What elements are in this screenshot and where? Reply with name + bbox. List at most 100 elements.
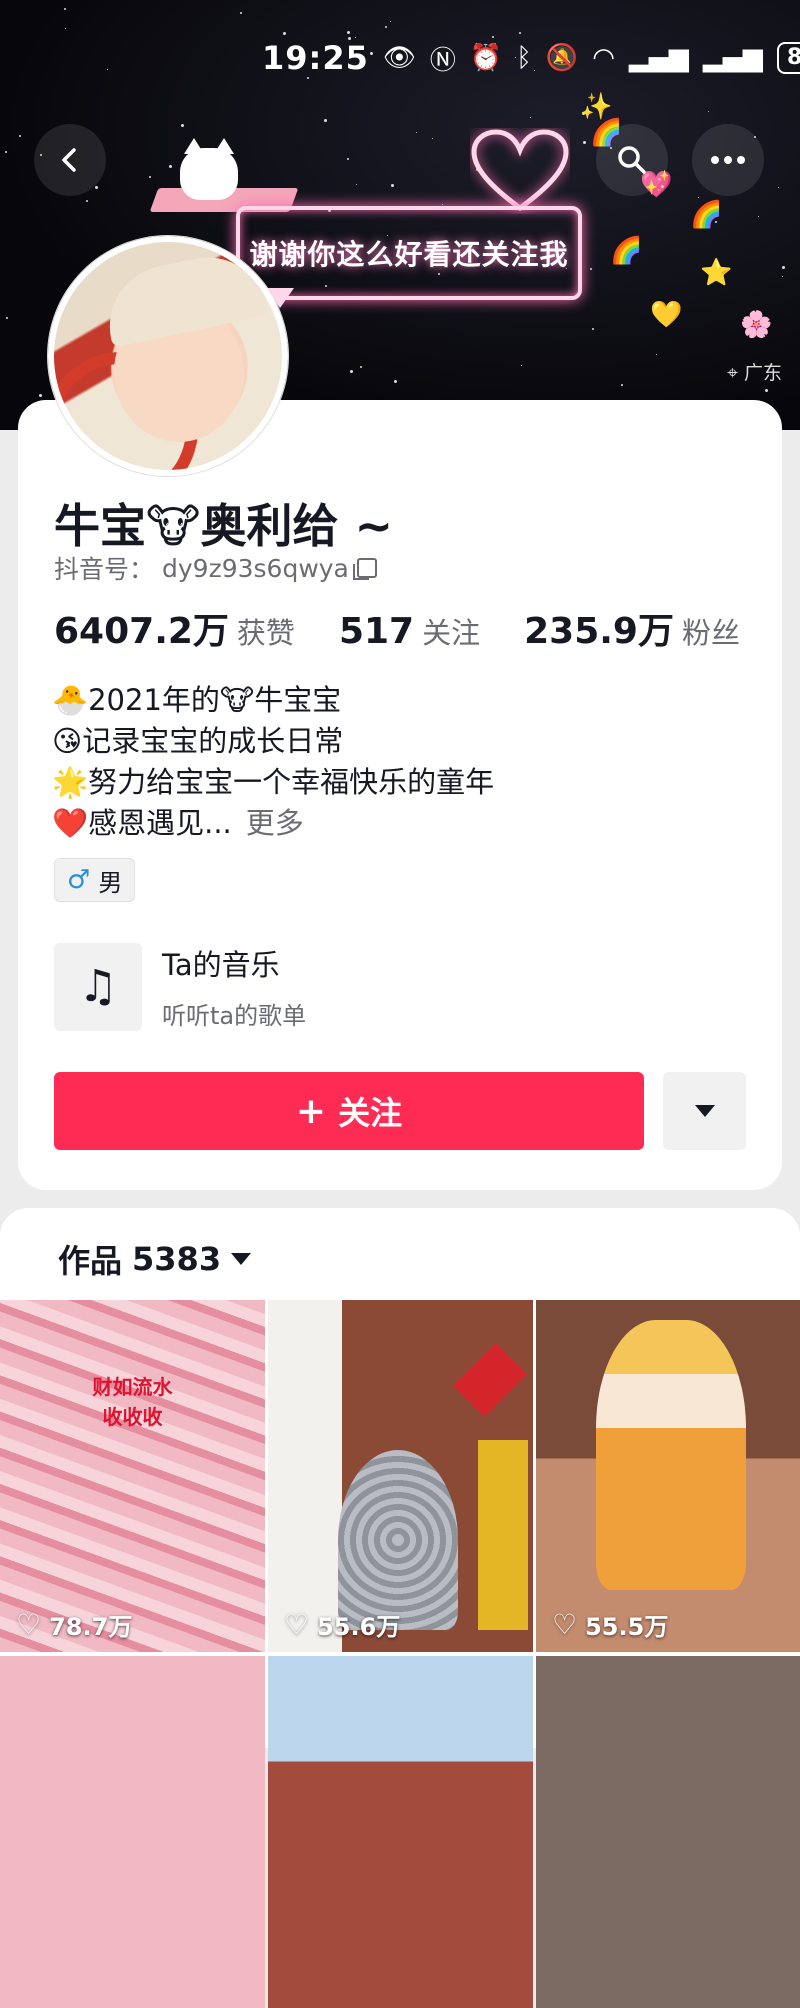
video-tile[interactable]: ♡ 55.6万	[268, 1300, 533, 1652]
star-dot	[592, 328, 594, 330]
music-note-icon: ♫	[54, 942, 142, 1031]
star-dot	[385, 26, 387, 28]
neon-sign: 谢谢你这么好看还关注我	[236, 206, 582, 300]
emoji-stream: 💛	[650, 300, 683, 330]
star-dot	[6, 317, 8, 319]
star-dot	[356, 184, 357, 185]
star-dot	[391, 184, 394, 187]
cat-sticker	[180, 138, 238, 200]
gold-bars	[478, 1440, 528, 1630]
recommend-dropdown-button[interactable]	[663, 1072, 746, 1150]
works-panel: 作品 5383 财如流水 收收收 ♡ 78.7万 ♡ 55.6万 ♡ 55.5万	[0, 1208, 800, 2008]
douyin-id-value: dy9z93s6qwya	[162, 553, 349, 583]
music-entry[interactable]: ♫ Ta的音乐 听听ta的歌单	[54, 942, 306, 1031]
star-dot	[65, 28, 66, 29]
copy-icon[interactable]	[352, 558, 377, 580]
star-dot	[347, 158, 349, 160]
star-dot	[519, 32, 521, 34]
works-tab[interactable]: 作品 5383	[58, 1236, 252, 1282]
video-tile[interactable]	[0, 1656, 265, 2008]
video-tile[interactable]: 财如流水 收收收 ♡ 78.7万	[0, 1300, 265, 1652]
douyin-id-label: 抖音号：	[54, 555, 155, 584]
tile-likes-count: 55.5万	[585, 1613, 669, 1641]
male-icon: ♂	[67, 865, 91, 895]
more-options-button[interactable]	[692, 124, 764, 196]
status-bar: 19:25 👁 Ⓝ ⏰ ᛒ 🔕 ◠ ▂▄▆ ▂▄▆ 86	[262, 38, 800, 78]
star-dot	[416, 132, 417, 133]
emoji-stream: 🌈	[610, 236, 643, 266]
star-dot	[350, 370, 353, 373]
star-dot	[583, 141, 586, 144]
followers-count[interactable]: 235.9万	[524, 602, 674, 654]
bio-more-link[interactable]: 更多	[246, 806, 304, 840]
bio-line: ❤️感恩遇见...	[52, 806, 232, 840]
star-dot	[39, 394, 42, 397]
plus-icon: +	[295, 1090, 327, 1132]
coin-pile	[338, 1450, 458, 1630]
back-button[interactable]	[34, 124, 106, 196]
profile-name: 牛宝🐮奥利给 ~	[54, 499, 394, 553]
heart-outline-icon: ♡	[16, 1608, 42, 1641]
star-dot	[181, 124, 184, 127]
eye-icon: 👁	[382, 43, 416, 73]
music-subtitle: 听听ta的歌单	[162, 1002, 307, 1030]
star-dot	[698, 197, 699, 198]
emoji-stream: 🌈	[690, 200, 723, 230]
bio-line-last: ❤️感恩遇见... 更多	[52, 803, 494, 844]
star-dot	[590, 268, 592, 270]
avatar[interactable]	[48, 236, 288, 476]
wifi-icon: ◠	[592, 43, 615, 73]
following-count[interactable]: 517	[339, 611, 414, 652]
gender-tag: ♂ 男	[54, 858, 136, 902]
neon-sign-text: 谢谢你这么好看还关注我	[249, 238, 569, 271]
star-dot	[240, 12, 242, 14]
star-dot	[394, 380, 397, 383]
status-time: 19:25	[262, 39, 369, 77]
star-dot	[778, 187, 779, 188]
star-dot	[86, 200, 88, 202]
star-dot	[107, 69, 108, 70]
battery-indicator: 86	[776, 42, 800, 74]
video-tile[interactable]	[536, 1656, 800, 2008]
followers-label: 粉丝	[681, 616, 740, 650]
profile-bio: 🐣2021年的🐮牛宝宝 😘记录宝宝的成长日常 🌟努力给宝宝一个幸福快乐的童年 ❤…	[52, 680, 494, 844]
star-dot	[64, 8, 66, 10]
tile-likes: ♡ 55.6万	[284, 1607, 400, 1642]
4g-signal-icon: ▂▄▆	[628, 43, 689, 73]
location-text: 广东	[743, 362, 782, 384]
star-dot	[432, 138, 433, 139]
star-dot	[149, 176, 151, 178]
star-dot	[360, 366, 362, 368]
music-text: Ta的音乐 听听ta的歌单	[162, 942, 306, 1031]
star-dot	[521, 365, 522, 366]
douyin-id-row[interactable]: 抖音号： dy9z93s6qwya	[54, 550, 377, 586]
gender-label: 男	[98, 868, 123, 897]
bio-line: 🐣2021年的🐮牛宝宝	[52, 683, 342, 717]
search-icon	[618, 146, 646, 174]
star-dot	[621, 384, 623, 386]
location-label: ⌖ 广东	[727, 358, 782, 385]
likes-label: 获赞	[236, 616, 295, 650]
fortune-god-statue	[596, 1320, 746, 1590]
bio-line: 😘记录宝宝的成长日常	[52, 724, 344, 758]
follow-button[interactable]: + 关注	[54, 1072, 644, 1150]
works-count: 5383	[132, 1240, 222, 1278]
chevron-left-icon	[62, 148, 76, 172]
star-dot	[442, 204, 443, 205]
video-tile[interactable]: ♡ 55.5万	[536, 1300, 800, 1652]
bluetooth-icon: ᛒ	[516, 43, 532, 73]
video-tile[interactable]	[268, 1656, 533, 2008]
mute-icon: 🔕	[545, 43, 579, 73]
likes-count[interactable]: 6407.2万	[54, 602, 229, 654]
caret-down-icon	[231, 1253, 252, 1265]
tile-likes-count: 78.7万	[49, 1613, 133, 1641]
nfc-icon: Ⓝ	[429, 45, 456, 76]
tile-likes-count: 55.6万	[317, 1613, 401, 1641]
alarm-icon: ⏰	[469, 43, 503, 73]
fu-charm	[453, 1343, 527, 1417]
neon-heart-icon	[471, 129, 569, 212]
star-dot	[169, 165, 172, 168]
4g-signal-icon: ▂▄▆	[702, 43, 763, 73]
search-button[interactable]	[596, 124, 668, 196]
star-dot	[5, 151, 7, 153]
